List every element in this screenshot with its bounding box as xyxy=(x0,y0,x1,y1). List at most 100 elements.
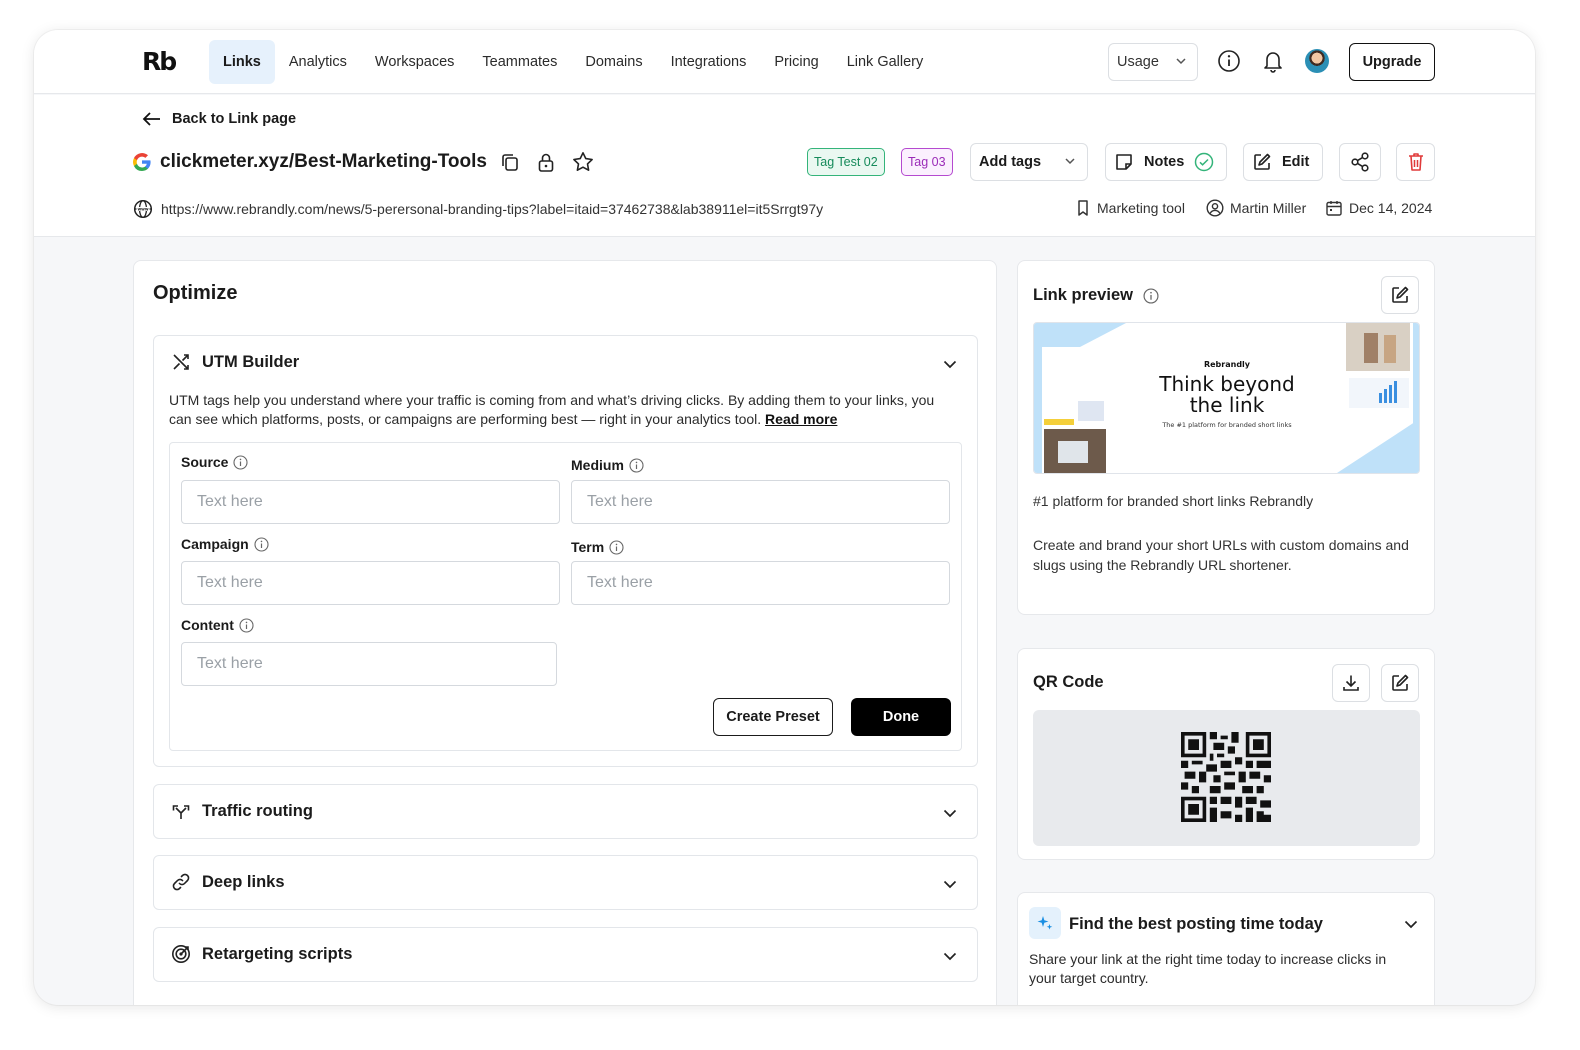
retargeting-scripts-header: Retargeting scripts xyxy=(171,944,352,964)
chevron-down-icon[interactable] xyxy=(941,355,959,373)
done-button[interactable]: Done xyxy=(851,698,951,736)
source-label-text: Source xyxy=(181,454,229,470)
medium-input[interactable]: Text here xyxy=(571,480,950,524)
nav-link-domains[interactable]: Domains xyxy=(571,40,656,84)
source-label: Source xyxy=(181,454,249,470)
sparkle-icon xyxy=(1029,907,1061,939)
upgrade-button[interactable]: Upgrade xyxy=(1349,43,1435,81)
edit-icon xyxy=(1390,285,1410,305)
short-link-row: clickmeter.xyz/Best-Marketing-Tools xyxy=(132,150,595,174)
share-button[interactable] xyxy=(1339,143,1381,181)
link-header: Back to Link page clickmeter.xyz/Best-Ma… xyxy=(34,95,1535,237)
share-icon xyxy=(1349,151,1371,173)
lock-icon[interactable] xyxy=(535,150,557,174)
edit-preview-button[interactable] xyxy=(1381,276,1419,314)
content-label-text: Content xyxy=(181,617,234,633)
usage-dropdown[interactable]: Usage xyxy=(1108,43,1198,81)
svg-text:www: www xyxy=(137,207,148,212)
usage-label: Usage xyxy=(1117,54,1159,70)
star-icon[interactable] xyxy=(571,150,595,174)
top-nav: Rb Links Analytics Workspaces Teammates … xyxy=(34,30,1535,94)
utm-builder-title: UTM Builder xyxy=(202,352,300,371)
traffic-routing-section[interactable]: Traffic routing xyxy=(153,784,978,839)
destination-url: www https://www.rebrandly.com/news/5-per… xyxy=(133,199,823,219)
chevron-down-icon[interactable] xyxy=(1402,915,1420,933)
category-meta: Marketing tool xyxy=(1075,199,1185,217)
bell-icon[interactable] xyxy=(1262,49,1284,73)
preview-image: Rebrandly Think beyond the link The #1 p… xyxy=(1033,322,1420,474)
copy-icon[interactable] xyxy=(499,150,521,174)
best-posting-time-panel[interactable]: Find the best posting time today Share y… xyxy=(1017,892,1435,1005)
shuffle-icon xyxy=(171,352,191,372)
nav-link-integrations[interactable]: Integrations xyxy=(657,40,761,84)
best-posting-time-title: Find the best posting time today xyxy=(1069,915,1323,933)
delete-button[interactable] xyxy=(1396,143,1435,181)
info-icon[interactable] xyxy=(1217,49,1241,73)
info-icon[interactable] xyxy=(239,617,254,633)
note-icon xyxy=(1114,152,1134,172)
add-tags-dropdown[interactable]: Add tags xyxy=(970,143,1088,181)
info-icon[interactable] xyxy=(1143,287,1159,304)
preview-graphic: Rebrandly Think beyond the link The #1 p… xyxy=(1034,323,1419,473)
category-label: Marketing tool xyxy=(1097,200,1185,216)
term-input[interactable]: Text here xyxy=(571,561,950,605)
chevron-down-icon xyxy=(1063,154,1077,168)
avatar[interactable] xyxy=(1305,49,1329,73)
medium-label: Medium xyxy=(571,457,644,473)
download-qr-button[interactable] xyxy=(1332,664,1370,702)
date-meta: Dec 14, 2024 xyxy=(1325,199,1432,217)
arrow-left-icon xyxy=(142,111,162,127)
campaign-label: Campaign xyxy=(181,536,269,552)
info-icon[interactable] xyxy=(629,457,644,473)
edit-label: Edit xyxy=(1282,154,1310,170)
preview-image-brand: Rebrandly xyxy=(1204,360,1251,369)
nav-link-links[interactable]: Links xyxy=(209,40,275,84)
utm-builder-header[interactable]: UTM Builder xyxy=(171,352,299,372)
back-link[interactable]: Back to Link page xyxy=(142,111,296,127)
nav-link-teammates[interactable]: Teammates xyxy=(468,40,571,84)
info-icon[interactable] xyxy=(609,539,624,555)
utm-form: Source Text here Medium Text here Campai… xyxy=(169,442,962,751)
utm-description: UTM tags help you understand where your … xyxy=(169,391,959,428)
nav-links: Links Analytics Workspaces Teammates Dom… xyxy=(209,40,937,84)
trash-icon xyxy=(1406,151,1426,173)
info-icon[interactable] xyxy=(233,454,249,470)
short-link[interactable]: clickmeter.xyz/Best-Marketing-Tools xyxy=(160,151,487,173)
preview-image-headline-2: the link xyxy=(1190,393,1265,417)
deep-links-header: Deep links xyxy=(171,872,285,892)
chevron-down-icon xyxy=(941,947,959,965)
qr-code-image xyxy=(1181,732,1271,822)
read-more-link[interactable]: Read more xyxy=(765,411,837,427)
target-icon xyxy=(171,944,191,964)
campaign-input[interactable]: Text here xyxy=(181,561,560,605)
nav-link-workspaces[interactable]: Workspaces xyxy=(361,40,469,84)
notes-button[interactable]: Notes xyxy=(1105,143,1227,181)
link-actions xyxy=(499,150,595,174)
tag-chip[interactable]: Tag 03 xyxy=(901,148,953,176)
long-url[interactable]: https://www.rebrandly.com/news/5-pererso… xyxy=(161,201,823,217)
edit-qr-button[interactable] xyxy=(1381,664,1419,702)
owner-label: Martin Miller xyxy=(1230,200,1307,216)
nav-link-pricing[interactable]: Pricing xyxy=(760,40,832,84)
date-label: Dec 14, 2024 xyxy=(1349,200,1433,216)
qr-code-preview xyxy=(1033,710,1420,846)
deep-links-section[interactable]: Deep links xyxy=(153,855,978,910)
retargeting-scripts-title: Retargeting scripts xyxy=(202,944,353,963)
logo[interactable]: Rb xyxy=(142,47,177,76)
retargeting-scripts-section[interactable]: Retargeting scripts xyxy=(153,927,978,982)
nav-link-link-gallery[interactable]: Link Gallery xyxy=(833,40,938,84)
app-window: Rb Links Analytics Workspaces Teammates … xyxy=(34,30,1535,1005)
edit-button[interactable]: Edit xyxy=(1243,143,1323,181)
edit-icon xyxy=(1390,673,1410,693)
create-preset-button[interactable]: Create Preset xyxy=(713,698,833,736)
source-input[interactable]: Text here xyxy=(181,480,560,524)
nav-link-analytics[interactable]: Analytics xyxy=(275,40,361,84)
check-circle-icon xyxy=(1194,152,1214,172)
campaign-label-text: Campaign xyxy=(181,536,249,552)
tag-chip[interactable]: Tag Test 02 xyxy=(807,148,885,176)
tag-icon xyxy=(1075,199,1091,217)
link-icon xyxy=(171,872,191,892)
notes-label: Notes xyxy=(1144,154,1185,170)
content-input[interactable]: Text here xyxy=(181,642,557,686)
info-icon[interactable] xyxy=(254,536,269,552)
